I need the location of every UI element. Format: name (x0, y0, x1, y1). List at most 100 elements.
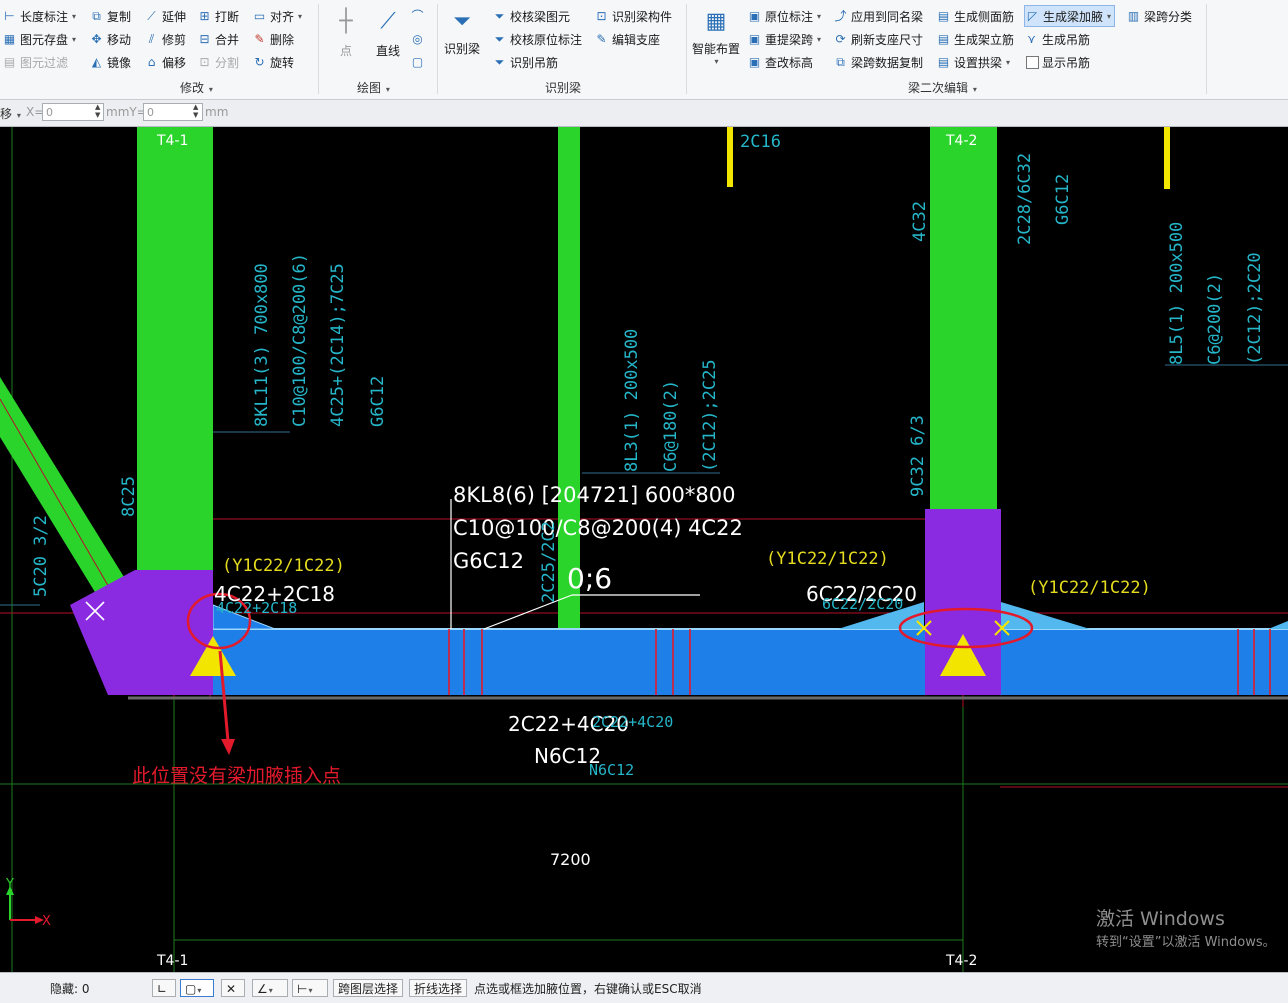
right-support-rebar-cad: 6C22/2C20 (822, 595, 903, 613)
x-stepper-icon[interactable]: ▲ ▼ (95, 103, 100, 119)
re-extract-span-button[interactable]: ▣ 重提梁跨 ▾ (747, 29, 821, 49)
middle-column (558, 127, 580, 629)
secondary-group-label[interactable]: 梁二次编辑 ▾ (908, 79, 977, 96)
split-button[interactable]: ⊡ 分割 (197, 52, 239, 72)
smart-layout-button[interactable]: ▦ 智能布置 ▾ (692, 6, 740, 67)
ortho-toggle[interactable]: ∟ (152, 979, 176, 997)
check-elevation-button[interactable]: ▣ 查改标高 (747, 52, 813, 72)
axis-label-bottom-left: T4-1 (156, 953, 188, 969)
merge-button[interactable]: ⊟ 合并 (197, 29, 239, 49)
vt-9c32: 9C32 6/3 (908, 415, 928, 497)
save-icon: ▦ (3, 31, 16, 46)
checkbox-icon (1026, 55, 1039, 69)
elevation-icon: ▣ (748, 54, 761, 69)
show-hanger-checkbox[interactable]: 显示吊筋 (1026, 52, 1090, 72)
ribbon-toolbar: ⊢ 长度标注 ▾ ▦ 图元存盘 ▾ ▤ 图元过滤 ⧉ 复制 ✥ 移动 ◭ 镜像 ⟋ 延伸 ⫽ 修剪 … (0, 0, 1288, 100)
haunch-rebar-mid: (Y1C22/1C22) (766, 549, 889, 569)
unit-y-label: mmY= (106, 105, 147, 119)
edit-support-button[interactable]: ✎ 编辑支座 (594, 29, 660, 49)
break-button[interactable]: ⊞ 打断 (197, 6, 239, 26)
haunch-rebar-left: (Y1C22/1C22) (222, 556, 345, 576)
generate-erect-rebar-button[interactable]: ▤ 生成架立筋 (936, 29, 1014, 49)
set-arch-beam-button[interactable]: ▤ 设置拱梁 ▾ (936, 52, 1010, 72)
vt-l5: 8L5(1) 200x500 (1167, 222, 1187, 365)
axis-label-top-right: T4-2 (945, 133, 977, 149)
left-column (137, 127, 213, 572)
copy-button[interactable]: ⧉ 复制 (89, 6, 131, 26)
merge-icon: ⊟ (199, 31, 210, 46)
line-button[interactable]: ⟋ 直线 (372, 6, 404, 59)
polyline-select-button[interactable]: 折线选择 (409, 979, 468, 997)
delete-button[interactable]: ✎ 删除 (252, 29, 294, 49)
refresh-support-size-button[interactable]: ⟳ 刷新支座尺寸 (833, 29, 923, 49)
circle-button[interactable]: ◎ (410, 29, 425, 49)
hanger-icon: ⏷ (494, 54, 505, 69)
vt-2c16: 2C16 (740, 132, 781, 152)
yellow-rebar-mark (727, 127, 733, 187)
recognize-beam-button[interactable]: ⏷ 识别梁 (444, 6, 480, 57)
generate-side-rebar-button[interactable]: ▤ 生成侧面筋 (936, 6, 1014, 26)
snap-select[interactable]: ▢▾ (180, 979, 214, 997)
point-button[interactable]: ┼ 点 (330, 6, 362, 59)
extend-button[interactable]: ⟋ 延伸 (144, 6, 186, 26)
cad-canvas[interactable]: T4-1 T4-2 T4-1 T4-2 8KL8(6) [204721] 600… (0, 127, 1288, 972)
draw-group-label[interactable]: 绘图 ▾ (357, 79, 390, 96)
element-filter-button[interactable]: ▤ 图元过滤 (2, 52, 68, 72)
arc-button[interactable]: ⌒ (410, 6, 425, 26)
vt-2c25: 2C25/2C2 (539, 521, 559, 603)
drawing-svg[interactable]: T4-1 T4-2 T4-1 T4-2 8KL8(6) [204721] 600… (0, 127, 1288, 972)
hanger-gen-icon: ⋎ (1027, 31, 1036, 46)
vt-l3-b: C6@180(2) (661, 380, 681, 472)
snap-icon: ▢ (185, 982, 197, 996)
align-button[interactable]: ▭ 对齐 ▾ (252, 6, 302, 26)
windows-watermark-text: 转到“设置”以激活 Windows。 (1096, 935, 1276, 950)
classify-icon: ▥ (1127, 8, 1140, 23)
ucs-x-label: X (42, 914, 51, 929)
mirror-button[interactable]: ◭ 镜像 (89, 52, 131, 72)
vt-g6c12: G6C12 (1053, 174, 1073, 225)
recognize-hanger-button[interactable]: ⏷ 识别吊筋 (492, 52, 558, 72)
original-annotation-button[interactable]: ▣ 原位标注 ▾ (747, 6, 821, 26)
span-classify-button[interactable]: ▥ 梁跨分类 (1126, 6, 1192, 26)
generate-haunch-button[interactable]: ◸ 生成梁加腋 ▾ (1024, 5, 1116, 27)
dimension-text: 7200 (550, 850, 591, 869)
vt-2c28: 2C28/6C32 (1015, 153, 1035, 245)
annotation-no-haunch: 此位置没有梁加腋插入点 (132, 765, 341, 787)
element-save-button[interactable]: ▦ 图元存盘 ▾ (2, 29, 76, 49)
cross-icon: ✕ (226, 982, 237, 996)
move-button[interactable]: ✥ 移动 (89, 29, 131, 49)
span-data-copy-button[interactable]: ⧉ 梁跨数据复制 (833, 52, 923, 72)
generate-hanger-button[interactable]: ⋎ 生成吊筋 (1024, 29, 1090, 49)
vt-kl11-c: 4C25+(2C14);7C25 (328, 263, 348, 427)
beam-label-line2: C10@100/C8@200(4) 4C22 (453, 516, 743, 540)
offset-point-icon: ⊢ (297, 982, 308, 996)
bottom-rebar-cad: 2C22+4C20 (592, 713, 673, 731)
rotate-button[interactable]: ↻ 旋转 (252, 52, 294, 72)
check-beam-element-button[interactable]: ⏷ 校核梁图元 (492, 6, 570, 26)
separator (686, 4, 687, 94)
offset-button[interactable]: ⌂ 偏移 (144, 52, 186, 72)
edit-support-icon: ✎ (596, 31, 607, 46)
vt-l3-c: (2C12);2C25 (700, 359, 720, 472)
y-stepper-icon[interactable]: ▲ ▼ (193, 103, 198, 119)
check-original-annotation-button[interactable]: ⏷ 校核原位标注 (492, 29, 582, 49)
cross-toggle[interactable]: ✕ (221, 979, 245, 997)
trim-button[interactable]: ⫽ 修剪 (144, 29, 186, 49)
rectangle-icon: ▢ (411, 54, 424, 69)
snap-mode-select[interactable]: 移 ▾ (0, 105, 21, 122)
offset-select[interactable]: ⊢▾ (292, 979, 328, 997)
circle-icon: ◎ (412, 31, 423, 46)
modify-group-label[interactable]: 修改 ▾ (180, 79, 213, 96)
length-dimension-button[interactable]: ⊢ 长度标注 ▾ (2, 6, 76, 26)
cross-layer-select-button[interactable]: 跨图层选择 (333, 979, 404, 997)
vt-4c32: 4C32 (910, 201, 930, 242)
coordinate-bar: 移 ▾ X= 0 ▲ ▼ mmY= 0 ▲ ▼ mm (0, 100, 1288, 127)
rect-button[interactable]: ▢ (410, 52, 425, 72)
angle-select[interactable]: ∠▾ (252, 979, 288, 997)
ucs-y-label: Y (5, 877, 14, 892)
separator (1206, 4, 1207, 94)
right-column (930, 127, 997, 510)
hidden-count: 隐藏: 0 (50, 982, 90, 996)
apply-same-name-button[interactable]: ⤴ 应用到同名梁 (833, 6, 923, 26)
recognize-beam-member-button[interactable]: ⊡ 识别梁构件 (594, 6, 672, 26)
